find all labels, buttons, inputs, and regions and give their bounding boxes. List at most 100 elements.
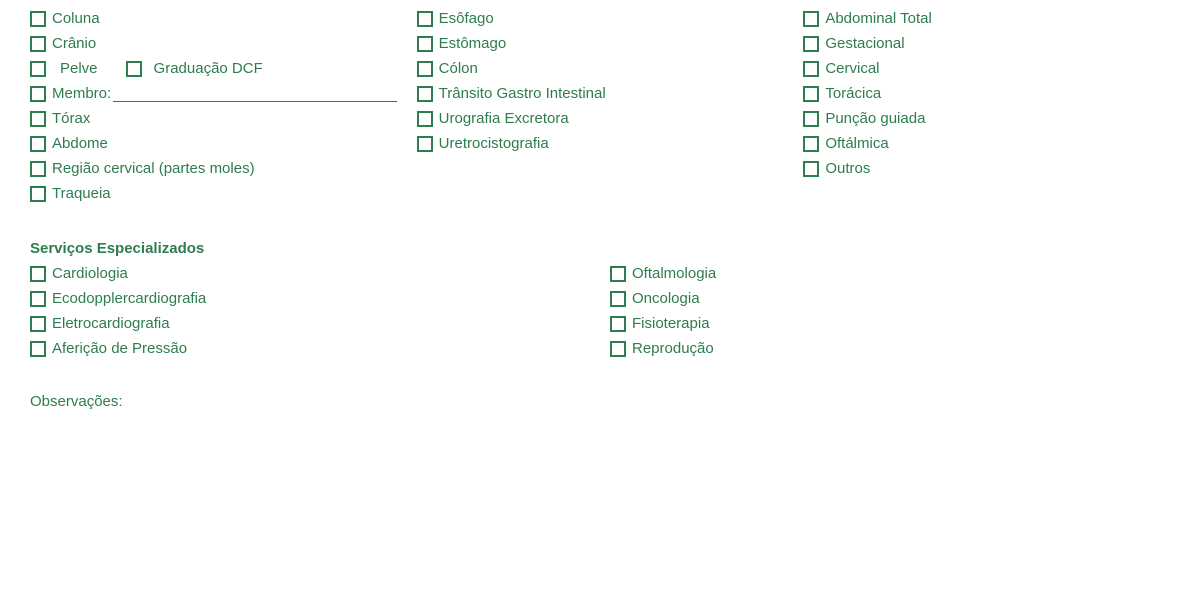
checkbox-oncologia[interactable] <box>610 291 626 307</box>
checkbox-traqueia[interactable] <box>30 186 46 202</box>
item-esofago: Esôfago <box>417 10 784 27</box>
label-cranio: Crânio <box>52 35 96 52</box>
checkbox-gestacional[interactable] <box>803 36 819 52</box>
label-outros: Outros <box>825 160 870 177</box>
label-estomago: Estômago <box>439 35 507 52</box>
item-eletro: Eletrocardiografia <box>30 315 590 332</box>
checkbox-toracica[interactable] <box>803 86 819 102</box>
item-estomago: Estômago <box>417 35 784 52</box>
item-fisioterapia: Fisioterapia <box>610 315 1170 332</box>
label-torax: Tórax <box>52 110 90 127</box>
checkbox-oftalmologia[interactable] <box>610 266 626 282</box>
checkbox-estomago[interactable] <box>417 36 433 52</box>
services-col1: Cardiologia Ecodopplercardiografia Eletr… <box>30 265 590 365</box>
services-title: Serviços Especializados <box>30 240 1170 257</box>
checkbox-abdome[interactable] <box>30 136 46 152</box>
item-cranio: Crânio <box>30 35 397 52</box>
label-reproducao: Reprodução <box>632 340 714 357</box>
checkbox-cranio[interactable] <box>30 36 46 52</box>
checkbox-torax[interactable] <box>30 111 46 127</box>
label-regiao-cervical: Região cervical (partes moles) <box>52 160 255 177</box>
checkbox-uretrocisto[interactable] <box>417 136 433 152</box>
checkbox-fisioterapia[interactable] <box>610 316 626 332</box>
checkbox-eletro[interactable] <box>30 316 46 332</box>
item-traqueia: Traqueia <box>30 185 397 202</box>
label-membro: Membro: <box>52 85 111 102</box>
label-colon: Cólon <box>439 60 478 77</box>
item-afericao: Aferição de Pressão <box>30 340 590 357</box>
item-abdominal-total: Abdominal Total <box>803 10 1170 27</box>
item-ecodoppler: Ecodopplercardiografia <box>30 290 590 307</box>
col2: Esôfago Estômago Cólon Trânsito Gastro I… <box>417 10 784 210</box>
col3: Abdominal Total Gestacional Cervical Tor… <box>803 10 1170 210</box>
item-oncologia: Oncologia <box>610 290 1170 307</box>
checkbox-coluna[interactable] <box>30 11 46 27</box>
label-fisioterapia: Fisioterapia <box>632 315 710 332</box>
label-gestacional: Gestacional <box>825 35 904 52</box>
checkbox-colon[interactable] <box>417 61 433 77</box>
item-membro: Membro: <box>30 85 397 102</box>
label-cervical: Cervical <box>825 60 879 77</box>
item-abdome: Abdome <box>30 135 397 152</box>
checkbox-reproducao[interactable] <box>610 341 626 357</box>
label-transito: Trânsito Gastro Intestinal <box>439 85 606 102</box>
services-section: Serviços Especializados Cardiologia Ecod… <box>30 240 1170 365</box>
checkbox-graduacao[interactable] <box>126 61 142 77</box>
pelve-graduacao-row: Pelve Graduação DCF <box>30 60 397 77</box>
label-abdominal-total: Abdominal Total <box>825 10 931 27</box>
checkbox-urografia[interactable] <box>417 111 433 127</box>
checkbox-esofago[interactable] <box>417 11 433 27</box>
checkbox-oftalmica[interactable] <box>803 136 819 152</box>
label-graduacao: Graduação DCF <box>154 60 263 77</box>
label-oncologia: Oncologia <box>632 290 700 307</box>
label-urografia: Urografia Excretora <box>439 110 569 127</box>
membro-underline-field[interactable] <box>113 86 396 102</box>
item-gestacional: Gestacional <box>803 35 1170 52</box>
item-oftalmica: Oftálmica <box>803 135 1170 152</box>
item-cervical: Cervical <box>803 60 1170 77</box>
label-coluna: Coluna <box>52 10 100 27</box>
checkbox-cardiologia[interactable] <box>30 266 46 282</box>
item-regiao-cervical: Região cervical (partes moles) <box>30 160 397 177</box>
checkbox-regiao-cervical[interactable] <box>30 161 46 177</box>
item-transito: Trânsito Gastro Intestinal <box>417 85 784 102</box>
main-grid: Coluna Crânio Pelve Graduação DCF Membro… <box>30 10 1170 210</box>
label-esofago: Esôfago <box>439 10 494 27</box>
item-reproducao: Reprodução <box>610 340 1170 357</box>
label-oftalmica: Oftálmica <box>825 135 888 152</box>
item-oftalmologia: Oftalmologia <box>610 265 1170 282</box>
label-abdome: Abdome <box>52 135 108 152</box>
col1: Coluna Crânio Pelve Graduação DCF Membro… <box>30 10 397 210</box>
label-cardiologia: Cardiologia <box>52 265 128 282</box>
label-eletro: Eletrocardiografia <box>52 315 170 332</box>
checkbox-membro[interactable] <box>30 86 46 102</box>
item-outros: Outros <box>803 160 1170 177</box>
item-cardiologia: Cardiologia <box>30 265 590 282</box>
checkbox-ecodoppler[interactable] <box>30 291 46 307</box>
item-coluna: Coluna <box>30 10 397 27</box>
checkbox-afericao[interactable] <box>30 341 46 357</box>
label-pelve: Pelve <box>60 60 98 77</box>
label-afericao: Aferição de Pressão <box>52 340 187 357</box>
label-traqueia: Traqueia <box>52 185 111 202</box>
checkbox-transito[interactable] <box>417 86 433 102</box>
item-puncao: Punção guiada <box>803 110 1170 127</box>
checkbox-cervical[interactable] <box>803 61 819 77</box>
label-toracica: Torácica <box>825 85 881 102</box>
observacoes-label: Observações: <box>30 393 123 410</box>
item-urografia: Urografia Excretora <box>417 110 784 127</box>
observacoes-section: Observações: <box>30 393 1170 410</box>
label-uretrocisto: Uretrocistografia <box>439 135 549 152</box>
label-puncao: Punção guiada <box>825 110 925 127</box>
checkbox-abdominal-total[interactable] <box>803 11 819 27</box>
checkbox-outros[interactable] <box>803 161 819 177</box>
services-grid: Cardiologia Ecodopplercardiografia Eletr… <box>30 265 1170 365</box>
item-toracica: Torácica <box>803 85 1170 102</box>
services-col2: Oftalmologia Oncologia Fisioterapia Repr… <box>610 265 1170 365</box>
checkbox-pelve[interactable] <box>30 61 46 77</box>
checkbox-puncao[interactable] <box>803 111 819 127</box>
item-uretrocisto: Uretrocistografia <box>417 135 784 152</box>
label-oftalmologia: Oftalmologia <box>632 265 716 282</box>
item-colon: Cólon <box>417 60 784 77</box>
item-torax: Tórax <box>30 110 397 127</box>
